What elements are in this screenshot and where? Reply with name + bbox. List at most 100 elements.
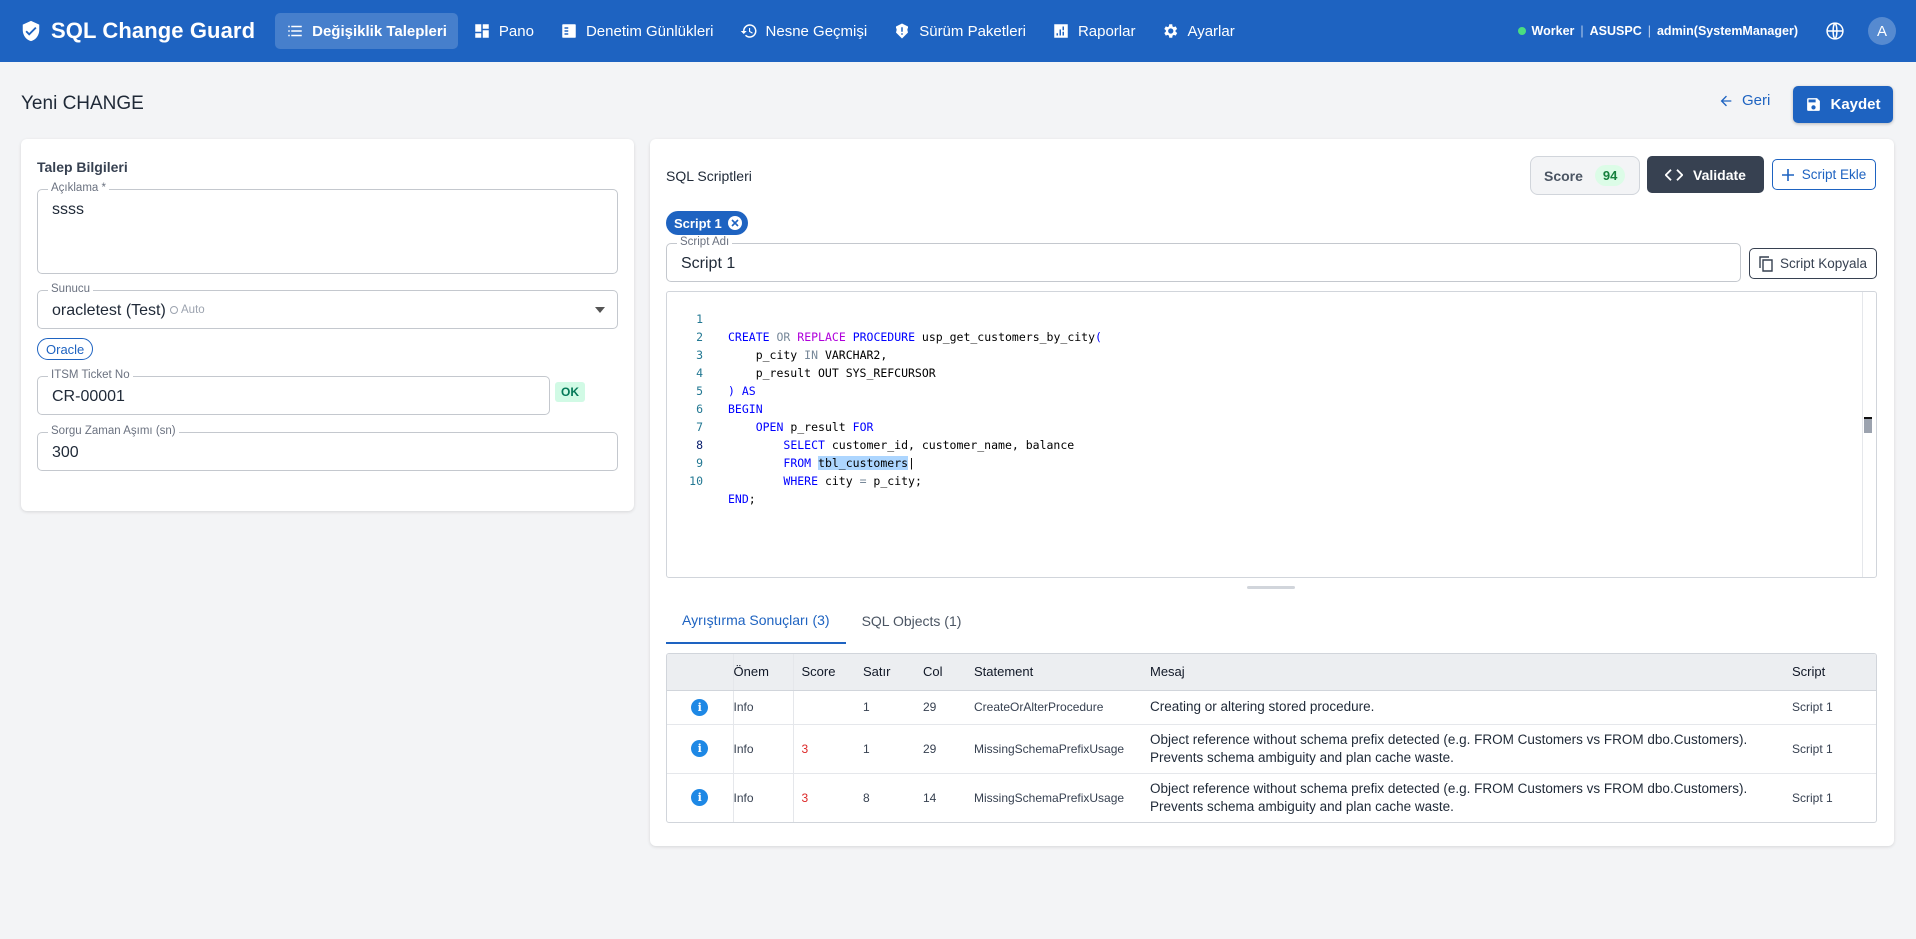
nav-item-label: Değişiklik Talepleri xyxy=(312,22,447,40)
field-label: Script Adı xyxy=(677,236,733,248)
app-title: SQL Change Guard xyxy=(51,18,256,43)
table-header-row: Önem Score Satır Col Statement Mesaj Scr… xyxy=(667,654,1876,691)
info-icon: i xyxy=(691,698,709,716)
gear-icon xyxy=(1164,24,1178,38)
chevron-down-icon xyxy=(595,307,605,313)
script-name-value: Script 1 xyxy=(681,255,736,272)
nav-item-object-history[interactable]: Nesne Geçmişi xyxy=(729,13,879,49)
copy-script-button[interactable]: Script Kopyala xyxy=(1749,248,1877,279)
score-cell: 3 xyxy=(793,772,855,822)
section-title: SQL Scriptleri xyxy=(666,168,752,184)
results-tabs: Ayrıştırma Sonuçları (3) SQL Objects (1) xyxy=(666,597,977,644)
severity-cell: Info xyxy=(733,689,794,724)
message-cell: Object reference without schema prefix d… xyxy=(1142,723,1784,773)
nav-item-label: Nesne Geçmişi xyxy=(765,22,868,40)
top-right-area: Worker | ASUSPC | admin(SystemManager) A xyxy=(1517,17,1896,45)
close-icon[interactable] xyxy=(727,216,742,230)
language-button[interactable] xyxy=(1822,18,1848,44)
score-cell xyxy=(793,689,855,724)
main-nav: Değişiklik Talepleri Pano Denetim Günlük… xyxy=(275,13,1246,49)
column-header-script[interactable]: Script xyxy=(1784,654,1876,691)
nav-item-reports[interactable]: Raporlar xyxy=(1041,13,1147,49)
table-row[interactable]: i Info 1 29 CreateOrAlterProcedure Creat… xyxy=(667,689,1876,724)
script-cell: Script 1 xyxy=(1784,772,1876,822)
column-header-score[interactable]: Score xyxy=(793,654,855,691)
tab-sql-objects[interactable]: SQL Objects (1) xyxy=(846,597,978,644)
statement-cell: CreateOrAlterProcedure xyxy=(966,689,1142,724)
line-cell: 8 xyxy=(855,772,915,822)
copy-script-label: Script Kopyala xyxy=(1779,256,1868,271)
nav-item-change-requests[interactable]: Değişiklik Talepleri xyxy=(275,13,458,49)
statement-cell: MissingSchemaPrefixUsage xyxy=(966,772,1142,822)
script-tab[interactable]: Script 1 xyxy=(666,211,748,235)
score-value: 94 xyxy=(1594,165,1626,186)
code-text: WHERE city = p_city; xyxy=(783,474,922,488)
list-icon xyxy=(288,25,302,37)
save-button[interactable]: Kaydet xyxy=(1793,86,1893,123)
server-select[interactable]: Sunucu oracletest (Test) Auto xyxy=(37,283,618,329)
nav-item-settings[interactable]: Ayarlar xyxy=(1150,13,1245,49)
back-button[interactable]: Geri xyxy=(1718,92,1770,109)
script-cell: Script 1 xyxy=(1784,689,1876,724)
col-cell: 29 xyxy=(915,723,966,773)
nav-item-release-packages[interactable]: Sürüm Paketleri xyxy=(882,13,1037,49)
code-line: 6 OPEN p_result FOR xyxy=(667,382,1876,434)
section-title: Talep Bilgileri xyxy=(37,159,128,175)
nav-item-label: Denetim Günlükleri xyxy=(585,22,714,40)
request-info-card: Talep Bilgileri Açıklama * ssss Sunucu o… xyxy=(21,139,634,511)
auto-indicator: Auto xyxy=(170,304,205,316)
bar-chart-icon xyxy=(1054,24,1068,38)
code-text: END; xyxy=(728,492,756,506)
field-label: Sunucu xyxy=(48,283,94,295)
code-line: 3 p_result OUT SYS_REFCURSOR xyxy=(667,328,1876,380)
column-header xyxy=(667,654,734,691)
table-row[interactable]: i Info 3 8 14 MissingSchemaPrefixUsage O… xyxy=(667,772,1876,822)
add-script-button[interactable]: Script Ekle xyxy=(1772,159,1876,190)
brand[interactable]: SQL Change Guard xyxy=(20,18,255,44)
user-name[interactable]: admin(SystemManager) xyxy=(1657,24,1798,38)
code-line: 4 ) AS xyxy=(667,346,1876,398)
column-header-severity[interactable]: Önem xyxy=(733,654,794,691)
editor-resize-handle[interactable] xyxy=(1247,586,1295,589)
score-indicator: Score 94 xyxy=(1530,156,1640,195)
plus-icon xyxy=(1781,168,1794,181)
code-line-current: 8 FROM tbl_customers| xyxy=(667,418,1876,470)
description-field[interactable]: Açıklama * ssss xyxy=(37,182,618,274)
avatar[interactable]: A xyxy=(1868,17,1896,45)
timeout-value: 300 xyxy=(52,444,79,461)
code-icon xyxy=(1665,168,1684,181)
globe-icon xyxy=(1826,22,1844,40)
validate-button[interactable]: Validate xyxy=(1647,156,1764,193)
column-header-line[interactable]: Satır xyxy=(855,654,915,691)
top-navbar: SQL Change Guard Değişiklik Talepleri Pa… xyxy=(0,0,1916,62)
shield-check-icon xyxy=(22,20,40,42)
validate-label: Validate xyxy=(1693,166,1746,183)
timeout-field[interactable]: Sorgu Zaman Aşımı (sn) 300 xyxy=(37,425,618,471)
column-header-col[interactable]: Col xyxy=(915,654,966,691)
back-label: Geri xyxy=(1742,92,1771,109)
description-value: ssss xyxy=(52,201,84,218)
auto-circle-icon xyxy=(170,306,178,314)
package-icon xyxy=(896,23,909,39)
dashboard-icon xyxy=(475,24,489,38)
severity-icon-cell: i xyxy=(667,689,734,724)
tab-parse-results[interactable]: Ayrıştırma Sonuçları (3) xyxy=(666,597,846,644)
ticket-field[interactable]: ITSM Ticket No CR-00001 xyxy=(37,369,550,415)
nav-item-audit-logs[interactable]: Denetim Günlükleri xyxy=(549,13,725,49)
scrollbar-marker xyxy=(1864,417,1872,433)
nav-item-dashboard[interactable]: Pano xyxy=(462,13,545,49)
editor-scrollbar[interactable] xyxy=(1862,292,1876,577)
score-cell: 3 xyxy=(793,723,855,773)
line-cell: 1 xyxy=(855,723,915,773)
sql-code-editor[interactable]: 1 CREATE OR REPLACE PROCEDURE usp_get_cu… xyxy=(666,291,1877,578)
column-header-message[interactable]: Mesaj xyxy=(1142,654,1784,691)
results-table: Önem Score Satır Col Statement Mesaj Scr… xyxy=(666,653,1877,823)
column-header-statement[interactable]: Statement xyxy=(966,654,1142,691)
sql-scripts-card: SQL Scriptleri Score 94 Validate Script … xyxy=(650,139,1894,846)
script-name-field[interactable]: Script Adı Script 1 xyxy=(666,236,1741,282)
save-icon xyxy=(1807,98,1821,111)
table-row[interactable]: i Info 3 1 29 MissingSchemaPrefixUsage O… xyxy=(667,723,1876,773)
copy-icon xyxy=(1759,255,1773,272)
severity-cell: Info xyxy=(733,772,794,822)
nav-item-label: Ayarlar xyxy=(1187,22,1235,40)
